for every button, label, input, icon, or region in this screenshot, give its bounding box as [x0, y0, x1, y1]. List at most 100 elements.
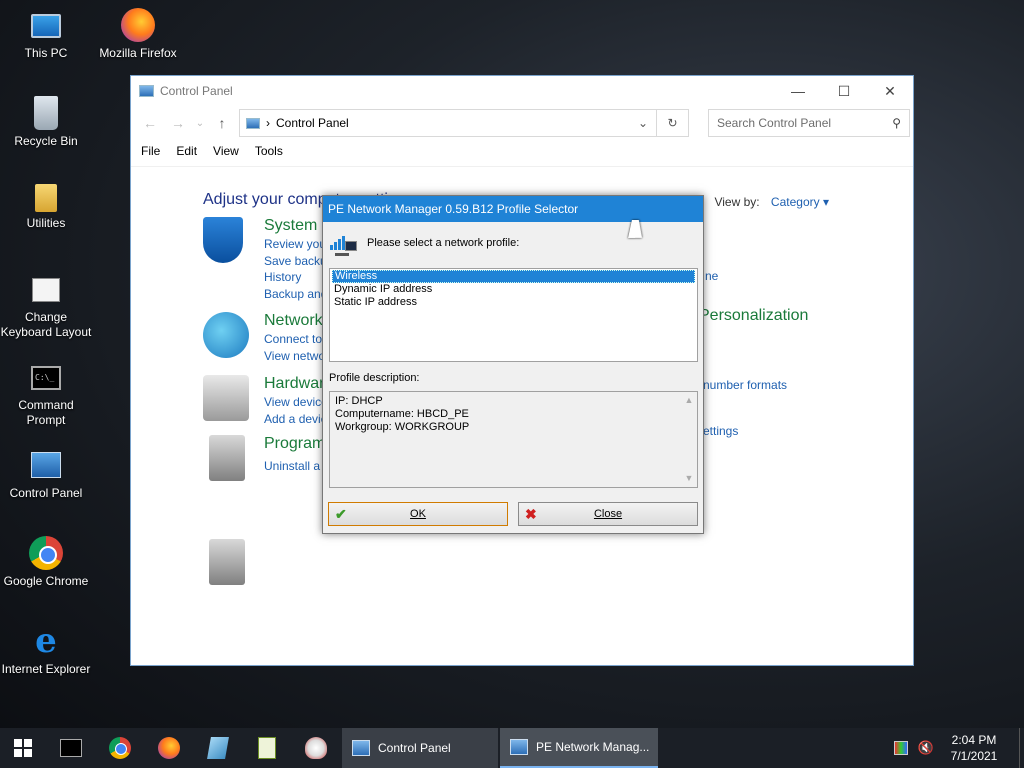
taskbar-pin-firefox[interactable]	[144, 728, 193, 768]
menu-tools[interactable]: Tools	[255, 144, 283, 158]
system-tray: 🔇 2:04 PM 7/1/2021	[893, 732, 1024, 764]
this-pc-icon	[31, 14, 61, 38]
chevron-down-icon[interactable]: ⌄	[630, 116, 656, 130]
list-item[interactable]: Dynamic IP address	[332, 283, 695, 296]
category-title[interactable]: Hardwar	[264, 375, 324, 393]
scroll-up-icon[interactable]: ▲	[681, 394, 697, 407]
firefox-icon	[157, 737, 180, 759]
programs-icon	[209, 435, 245, 481]
taskbar-pin-chart-app[interactable]	[242, 728, 291, 768]
category-title[interactable]: System a	[264, 217, 331, 235]
category-link[interactable]: View device	[264, 395, 328, 409]
clock[interactable]: 2:04 PM 7/1/2021	[944, 732, 1004, 764]
view-by-dropdown[interactable]: Category ▾	[771, 195, 829, 209]
list-item[interactable]: Wireless	[332, 270, 695, 283]
category-link[interactable]: View netwo	[264, 349, 325, 363]
category-link[interactable]: ettings	[703, 424, 738, 438]
taskbar-pin-command-prompt[interactable]	[46, 728, 95, 768]
volume-muted-icon[interactable]: 🔇	[918, 740, 934, 756]
category-link[interactable]: Connect to	[264, 332, 322, 346]
desktop-icon-change-keyboard-layout[interactable]: Change Keyboard Layout	[0, 272, 92, 340]
control-panel-icon	[246, 117, 260, 129]
category-link[interactable]: Backup and	[264, 287, 327, 301]
desktop-icon-firefox[interactable]: Mozilla Firefox	[92, 8, 184, 61]
command-prompt-icon	[59, 739, 82, 757]
description-scrollbar[interactable]: ▲ ▼	[681, 392, 697, 487]
menu-file[interactable]: File	[141, 144, 160, 158]
desktop-icon-label: Mozilla Firefox	[99, 46, 177, 60]
desktop-icon-this-pc[interactable]: This PC	[0, 8, 92, 61]
recycle-bin-icon	[34, 96, 58, 130]
category-link[interactable]: Review you	[264, 237, 326, 251]
taskbar-pin-paint[interactable]	[291, 728, 340, 768]
description-line: IP: DHCP	[335, 395, 383, 407]
forward-button[interactable]: →	[167, 115, 189, 131]
up-button[interactable]: ↑	[211, 115, 233, 131]
dialog-titlebar[interactable]: PE Network Manager 0.59.B12 Profile Sele…	[323, 196, 703, 222]
desktop-icon-internet-explorer[interactable]: e Internet Explorer	[0, 624, 92, 677]
taskbar-pin-notepad[interactable]	[193, 728, 242, 768]
desktop-icon-command-prompt[interactable]: C:\_ Command Prompt	[0, 360, 92, 428]
search-icon[interactable]: ⚲	[892, 116, 901, 130]
category-link[interactable]: Add a devic	[264, 412, 327, 426]
menu-bar: File Edit View Tools	[131, 140, 913, 162]
desktop-icon-control-panel[interactable]: Control Panel	[0, 448, 92, 501]
taskbar-task-pe-network-manager[interactable]: PE Network Manag...	[500, 728, 658, 768]
category-title-personalization[interactable]: Personalization	[699, 307, 808, 325]
printer-icon	[203, 375, 249, 421]
breadcrumb-separator-icon: ›	[266, 116, 270, 130]
chevron-down-icon: ▾	[822, 195, 829, 209]
recent-locations-button[interactable]: ⌄	[195, 118, 205, 129]
chart-app-icon	[257, 737, 276, 759]
windows-logo-icon	[14, 739, 32, 757]
search-placeholder: Search Control Panel	[717, 116, 832, 130]
desktop-icon-google-chrome[interactable]: Google Chrome	[0, 536, 92, 589]
close-button[interactable]: ✕	[867, 83, 913, 100]
task-label: Control Panel	[378, 741, 451, 755]
back-button[interactable]: ←	[139, 115, 161, 131]
list-item[interactable]: Static IP address	[332, 296, 695, 309]
taskbar-task-control-panel[interactable]: Control Panel	[342, 728, 498, 768]
category-link[interactable]: Uninstall a	[264, 459, 320, 473]
desktop-icon-utilities[interactable]: Utilities	[0, 184, 92, 231]
ok-button-label: OK	[410, 508, 426, 520]
maximize-button[interactable]: ☐	[821, 83, 867, 100]
folder-icon	[35, 184, 57, 212]
menu-view[interactable]: View	[213, 144, 239, 158]
programs-icon	[209, 539, 245, 585]
chrome-icon	[108, 737, 131, 759]
breadcrumb[interactable]: Control Panel	[276, 116, 349, 130]
search-input[interactable]: Search Control Panel ⚲	[708, 109, 910, 137]
internet-explorer-icon: e	[35, 621, 57, 661]
start-button[interactable]	[0, 728, 46, 768]
category-link[interactable]: number formats	[703, 378, 787, 392]
category-link[interactable]: History	[264, 270, 301, 284]
desktop-icon-label: Recycle Bin	[14, 134, 78, 148]
address-bar-row: ← → ⌄ ↑ › Control Panel ⌄ ↻ Search Contr…	[131, 106, 913, 140]
category-link[interactable]: Save backu	[264, 254, 327, 268]
control-panel-icon	[352, 740, 370, 756]
minimize-button[interactable]: —	[775, 83, 821, 100]
firefox-icon	[121, 8, 155, 42]
desktop-icon-recycle-bin[interactable]: Recycle Bin	[0, 96, 92, 149]
window-title: Control Panel	[160, 84, 233, 98]
display-icon[interactable]	[893, 741, 908, 755]
show-desktop-button[interactable]	[1019, 728, 1024, 768]
profile-list[interactable]: Wireless Dynamic IP address Static IP ad…	[329, 268, 698, 362]
address-input[interactable]: › Control Panel ⌄	[239, 109, 657, 137]
ok-button[interactable]: ✔ OK	[328, 502, 508, 526]
shield-icon	[203, 217, 243, 263]
close-dialog-button[interactable]: ✖ Close	[518, 502, 698, 526]
category-title[interactable]: Program	[264, 435, 325, 453]
taskbar: Control Panel PE Network Manag... 🔇 2:04…	[0, 728, 1024, 768]
category-link[interactable]: ne	[705, 269, 718, 283]
paint-icon	[304, 737, 327, 759]
taskbar-pin-chrome[interactable]	[95, 728, 144, 768]
dialog-title: PE Network Manager 0.59.B12 Profile Sele…	[328, 202, 579, 216]
scroll-down-icon[interactable]: ▼	[681, 472, 697, 485]
menu-edit[interactable]: Edit	[176, 144, 197, 158]
category-title[interactable]: Network	[264, 312, 323, 330]
refresh-button[interactable]: ↻	[657, 109, 689, 137]
window-titlebar[interactable]: Control Panel — ☐ ✕	[131, 76, 913, 106]
desktop-icon-label: Command Prompt	[18, 398, 74, 427]
